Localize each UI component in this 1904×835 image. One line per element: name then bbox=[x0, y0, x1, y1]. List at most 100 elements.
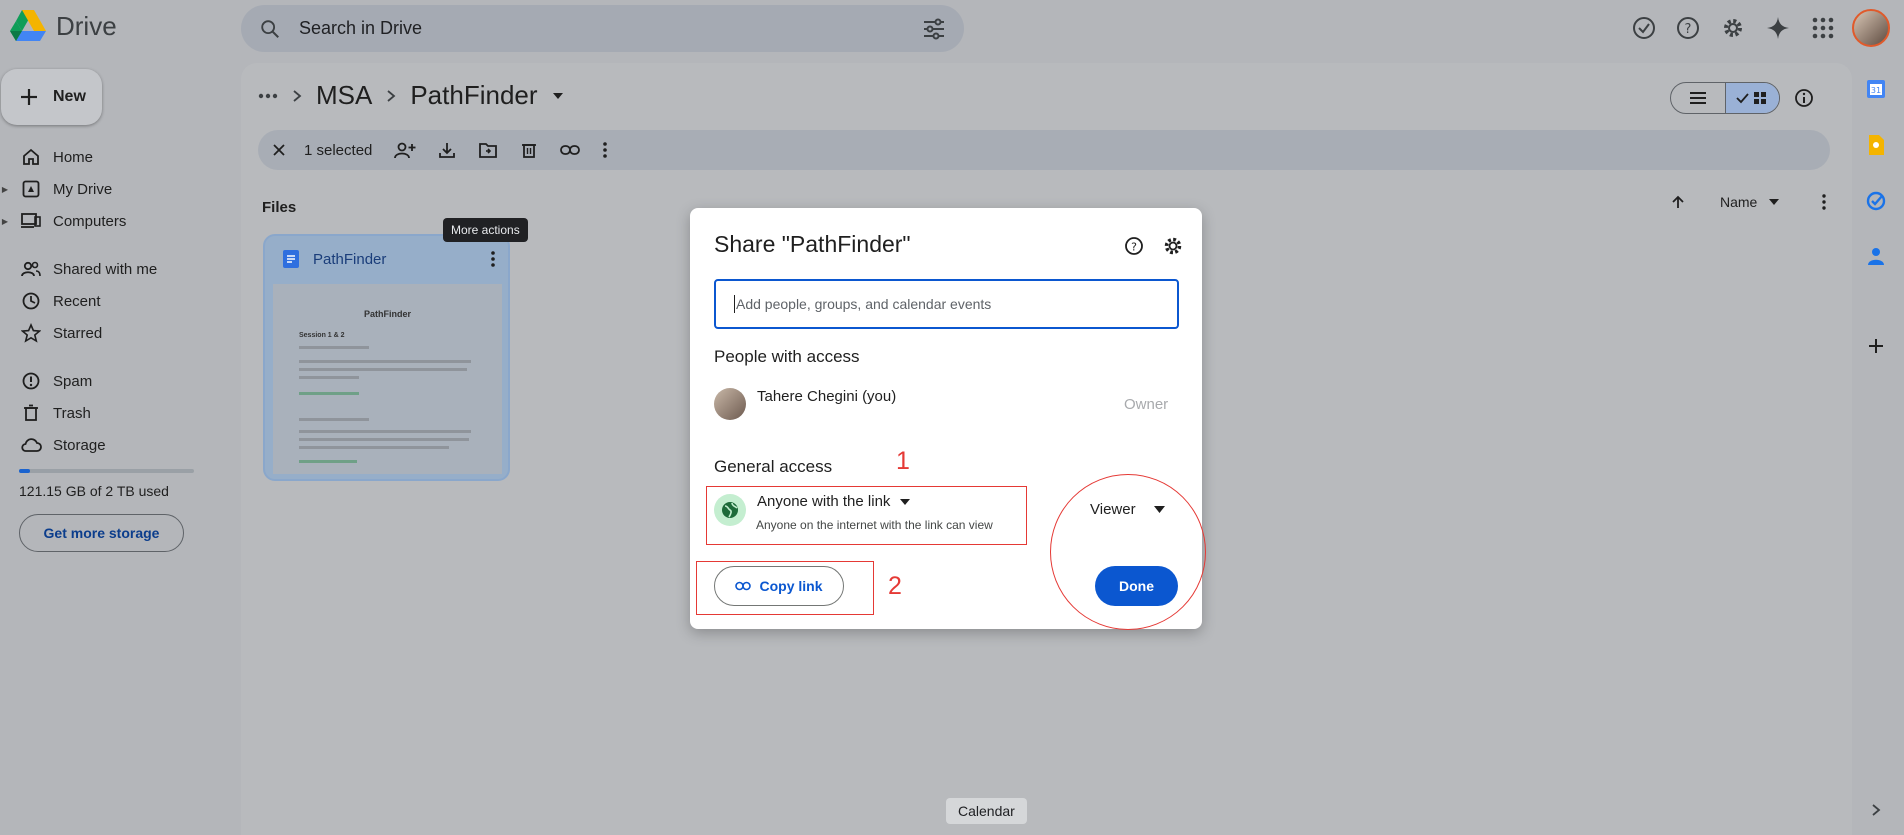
chevron-right-icon bbox=[386, 89, 396, 103]
settings-gear-icon[interactable] bbox=[1719, 14, 1747, 42]
gemini-sparkle-icon[interactable] bbox=[1764, 14, 1792, 42]
thumbnail-text-line bbox=[299, 430, 471, 433]
done-button[interactable]: Done bbox=[1095, 566, 1178, 606]
calendar-app-icon[interactable]: 31 bbox=[1864, 77, 1888, 101]
general-access-value: Anyone with the link bbox=[757, 493, 891, 510]
star-icon bbox=[20, 322, 42, 344]
download-icon[interactable] bbox=[438, 141, 456, 159]
search-options-icon[interactable] bbox=[922, 18, 946, 40]
sidebar-item-storage[interactable]: Storage bbox=[0, 429, 106, 461]
trash-icon bbox=[20, 402, 42, 424]
chevron-down-icon bbox=[900, 498, 911, 505]
details-info-icon[interactable] bbox=[1792, 86, 1816, 110]
chevron-down-icon[interactable] bbox=[1769, 199, 1780, 205]
annotation-number-2: 2 bbox=[888, 572, 902, 600]
share-dialog: Share "PathFinder" ? Add people, groups,… bbox=[690, 208, 1206, 630]
list-view-button[interactable] bbox=[1671, 83, 1725, 113]
expand-arrow-icon[interactable]: ▶ bbox=[0, 185, 10, 194]
breadcrumb-current[interactable]: PathFinder bbox=[410, 80, 537, 111]
share-person-add-icon[interactable] bbox=[394, 141, 416, 159]
help-icon[interactable]: ? bbox=[1674, 14, 1702, 42]
storage-usage-bar bbox=[19, 469, 194, 473]
annotation-number-1: 1 bbox=[896, 447, 910, 475]
add-people-input[interactable]: Add people, groups, and calendar events bbox=[714, 279, 1179, 329]
link-icon[interactable] bbox=[560, 144, 581, 156]
keep-app-icon[interactable] bbox=[1864, 133, 1888, 157]
sidebar-item-starred[interactable]: Starred bbox=[0, 317, 102, 349]
grid-view-button[interactable] bbox=[1724, 83, 1779, 113]
drive-logo[interactable]: Drive bbox=[10, 10, 117, 42]
general-access-dropdown[interactable]: Anyone with the link bbox=[757, 493, 911, 510]
chevron-down-icon[interactable] bbox=[552, 92, 564, 100]
more-vertical-icon[interactable] bbox=[1821, 194, 1827, 210]
owner-avatar bbox=[714, 388, 746, 420]
contacts-app-icon[interactable] bbox=[1864, 244, 1888, 268]
selection-count: 1 selected bbox=[304, 141, 373, 159]
list-view-icon bbox=[1689, 91, 1707, 105]
drive-logo-icon bbox=[10, 10, 46, 42]
sidebar-item-trash[interactable]: Trash bbox=[0, 397, 91, 429]
more-vertical-icon[interactable] bbox=[602, 141, 608, 159]
file-card[interactable]: PathFinder PathFinder Session 1 & 2 bbox=[263, 234, 510, 481]
home-icon bbox=[20, 146, 42, 168]
view-toggle bbox=[1670, 82, 1780, 114]
get-more-storage-button[interactable]: Get more storage bbox=[19, 514, 184, 552]
sidebar-item-label: Trash bbox=[53, 404, 91, 422]
more-vertical-icon[interactable] bbox=[490, 250, 496, 268]
move-folder-icon[interactable] bbox=[478, 141, 498, 159]
new-button-label: New bbox=[53, 88, 86, 105]
svg-text:?: ? bbox=[1131, 241, 1137, 254]
globe-icon bbox=[714, 494, 746, 526]
thumbnail-text-line bbox=[299, 376, 359, 379]
thumbnail-text-line bbox=[299, 368, 467, 371]
account-avatar[interactable] bbox=[1852, 9, 1890, 47]
breadcrumb-parent[interactable]: MSA bbox=[316, 80, 372, 111]
thumbnail-link-line bbox=[299, 392, 359, 395]
sidebar-item-recent[interactable]: Recent bbox=[0, 285, 101, 317]
sidebar-item-computers[interactable]: ▶ Computers bbox=[0, 205, 126, 237]
clear-selection-close-icon[interactable] bbox=[272, 143, 286, 157]
link-icon bbox=[735, 581, 752, 591]
sidebar-item-label: Computers bbox=[53, 212, 127, 230]
help-icon[interactable]: ? bbox=[1123, 235, 1145, 257]
expand-arrow-icon[interactable]: ▶ bbox=[0, 217, 10, 226]
tasks-app-icon[interactable] bbox=[1864, 189, 1888, 213]
chevron-right-icon[interactable] bbox=[1864, 798, 1888, 822]
thumbnail-text-line bbox=[299, 346, 369, 349]
more-path-icon[interactable] bbox=[258, 93, 278, 99]
new-button[interactable]: New bbox=[1, 69, 102, 125]
general-access-description: Anyone on the internet with the link can… bbox=[756, 518, 993, 532]
search-bar[interactable]: Search in Drive bbox=[241, 5, 964, 52]
add-app-plus-icon[interactable] bbox=[1864, 334, 1888, 358]
spam-icon bbox=[20, 370, 42, 392]
copy-link-button[interactable]: Copy link bbox=[714, 566, 844, 606]
sort-control: Name bbox=[1670, 194, 1827, 210]
annotation-circle bbox=[1050, 474, 1206, 630]
sidebar-item-home[interactable]: Home bbox=[0, 141, 93, 173]
thumbnail-text-line bbox=[299, 446, 449, 449]
thumbnail-link-line bbox=[299, 460, 357, 463]
offline-ready-icon[interactable] bbox=[1630, 14, 1658, 42]
thumbnail-title: PathFinder bbox=[363, 309, 411, 319]
trash-icon[interactable] bbox=[520, 141, 538, 159]
sidebar-item-label: My Drive bbox=[53, 180, 113, 198]
file-thumbnail: PathFinder Session 1 & 2 bbox=[273, 284, 502, 474]
owner-name: Tahere Chegini (you) bbox=[757, 388, 897, 405]
text-caret bbox=[734, 295, 735, 313]
sort-direction-arrow-up-icon[interactable] bbox=[1670, 194, 1686, 210]
docs-file-icon bbox=[283, 250, 299, 268]
sidebar-item-my-drive[interactable]: ▶ My Drive bbox=[0, 173, 112, 205]
more-actions-tooltip: More actions bbox=[443, 218, 528, 242]
sidebar-item-label: Starred bbox=[53, 324, 103, 342]
sort-field-button[interactable]: Name bbox=[1720, 194, 1757, 210]
apps-grid-icon[interactable] bbox=[1809, 14, 1837, 42]
chevron-right-icon bbox=[292, 89, 302, 103]
sidebar-item-shared[interactable]: Shared with me bbox=[0, 253, 157, 285]
search-input[interactable]: Search in Drive bbox=[299, 18, 922, 39]
file-name: PathFinder bbox=[313, 250, 387, 268]
settings-gear-icon[interactable] bbox=[1162, 235, 1184, 257]
thumbnail-text-line bbox=[299, 418, 369, 421]
sidebar-item-spam[interactable]: Spam bbox=[0, 365, 92, 397]
dialog-title: Share "PathFinder" bbox=[714, 231, 911, 257]
search-icon[interactable] bbox=[259, 18, 281, 40]
